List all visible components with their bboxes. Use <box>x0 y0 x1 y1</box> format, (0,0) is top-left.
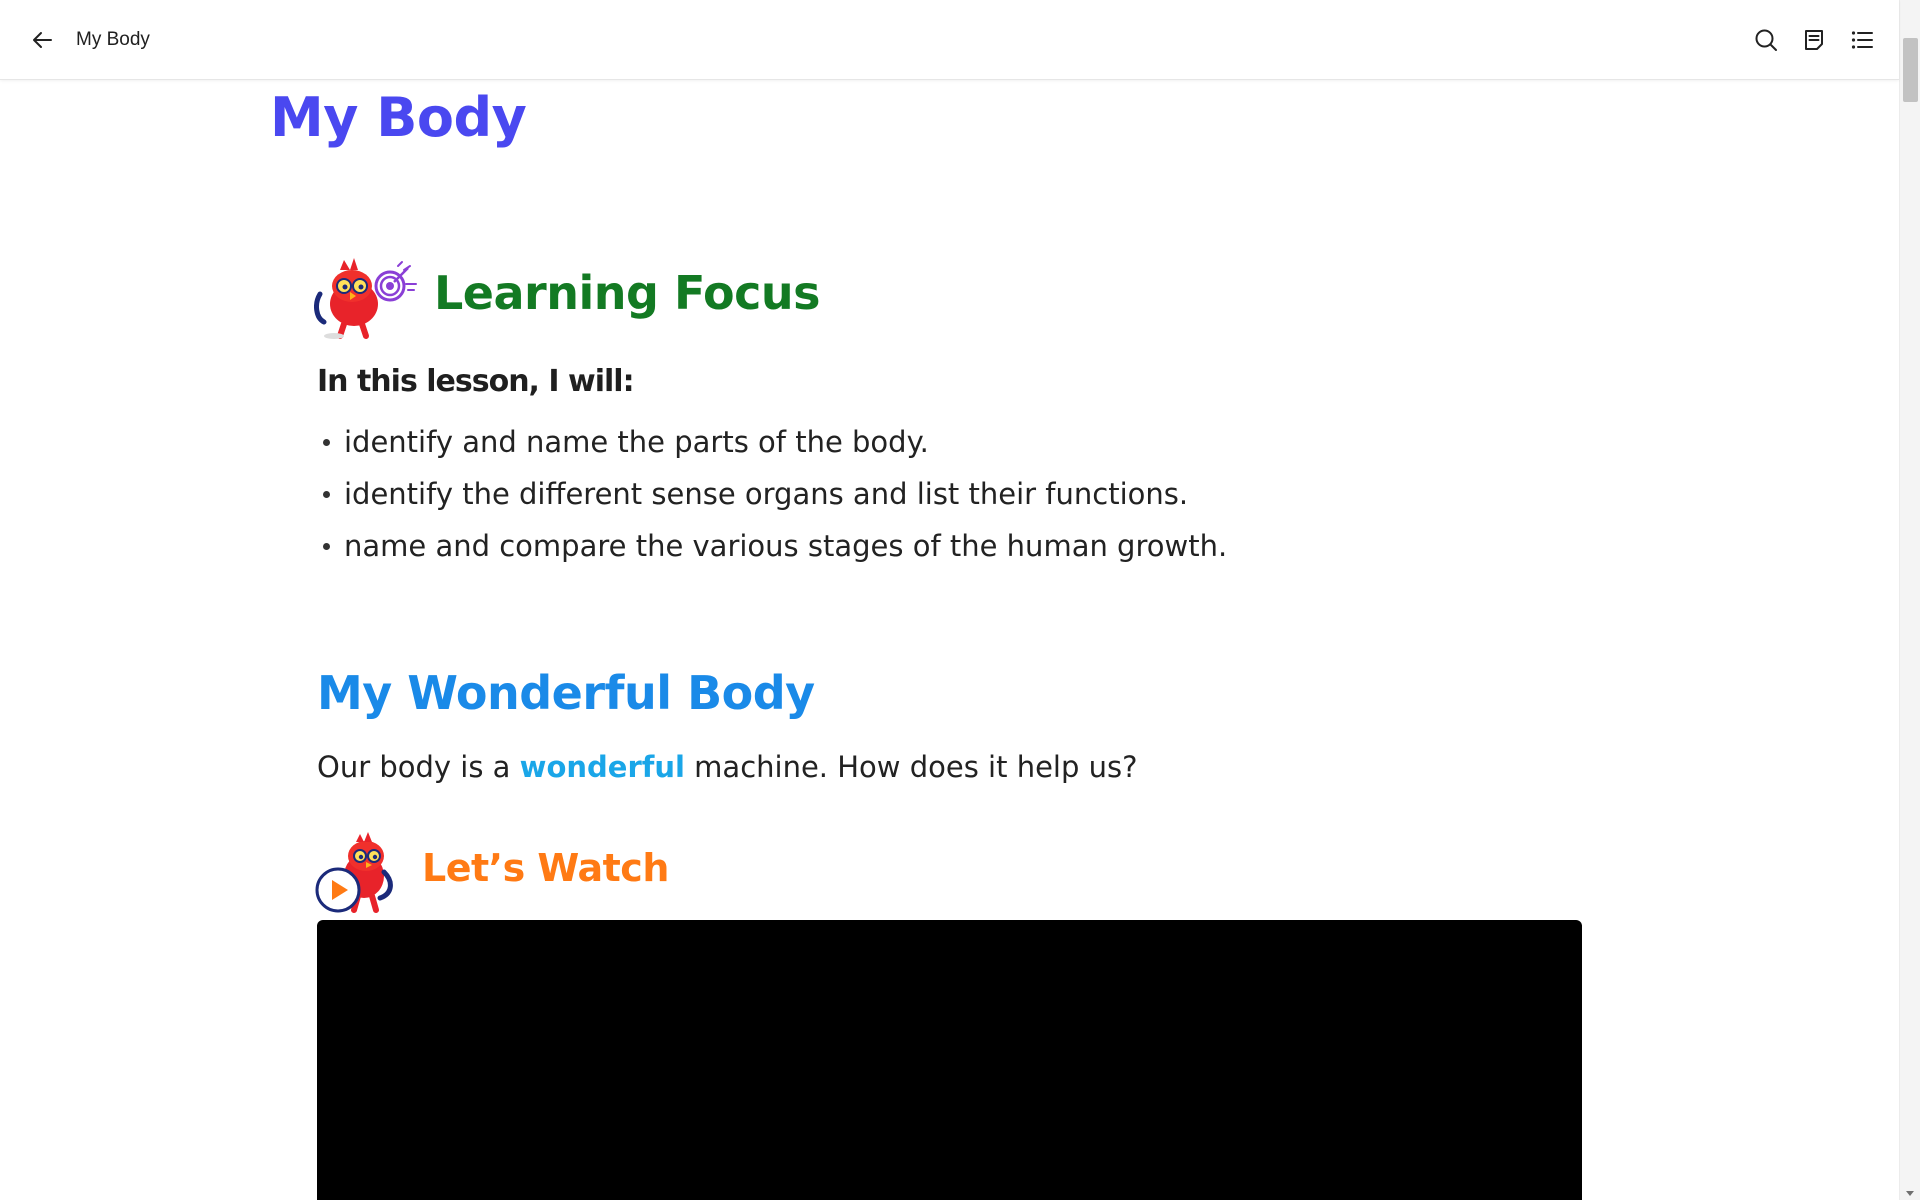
vertical-scrollbar[interactable] <box>1899 0 1920 1200</box>
list-item: name and compare the various stages of t… <box>320 520 1227 572</box>
topbar-title: My Body <box>76 29 150 50</box>
arrow-left-icon <box>33 32 52 48</box>
search-button[interactable] <box>1752 26 1780 54</box>
top-bar: My Body <box>0 0 1899 80</box>
bullet-icon <box>323 490 330 498</box>
bullet-icon <box>323 438 330 446</box>
list-item: identify the different sense organs and … <box>320 468 1227 520</box>
list-item-text: identify and name the parts of the body. <box>344 425 929 459</box>
list-icon <box>1851 31 1873 49</box>
video-player[interactable] <box>317 920 1582 1200</box>
notes-icon <box>1805 30 1823 50</box>
paragraph-text-start: Our body is a <box>317 750 520 784</box>
list-item-text: name and compare the various stages of t… <box>344 529 1228 563</box>
lesson-content: My Body Learning Focus In this lesson, I… <box>0 80 1899 1200</box>
scrollbar-thumb[interactable] <box>1903 38 1918 102</box>
learning-focus-intro: In this lesson, I will: <box>317 364 635 399</box>
page-title: My Body <box>270 86 527 149</box>
bullet-icon <box>323 542 330 550</box>
wonderful-body-paragraph: Our body is a wonderful machine. How doe… <box>317 750 1138 784</box>
list-item: identify and name the parts of the body. <box>320 416 1227 468</box>
paragraph-text-end: machine. How does it help us? <box>684 750 1138 784</box>
back-button[interactable] <box>28 28 56 52</box>
learning-focus-list: identify and name the parts of the body.… <box>320 416 1227 572</box>
lets-watch-heading: Let’s Watch <box>422 846 669 890</box>
table-of-contents-button[interactable] <box>1848 26 1876 54</box>
learning-focus-heading: Learning Focus <box>434 266 821 320</box>
mascot-target-icon <box>314 258 417 339</box>
mascot-play-icon <box>315 832 393 913</box>
list-item-text: identify the different sense organs and … <box>344 477 1189 511</box>
notes-button[interactable] <box>1800 26 1828 54</box>
keyword-wonderful[interactable]: wonderful <box>520 750 685 784</box>
my-wonderful-body-heading: My Wonderful Body <box>317 666 815 720</box>
search-icon <box>1755 29 1777 51</box>
scroll-down-arrow-icon[interactable] <box>1906 1191 1914 1196</box>
